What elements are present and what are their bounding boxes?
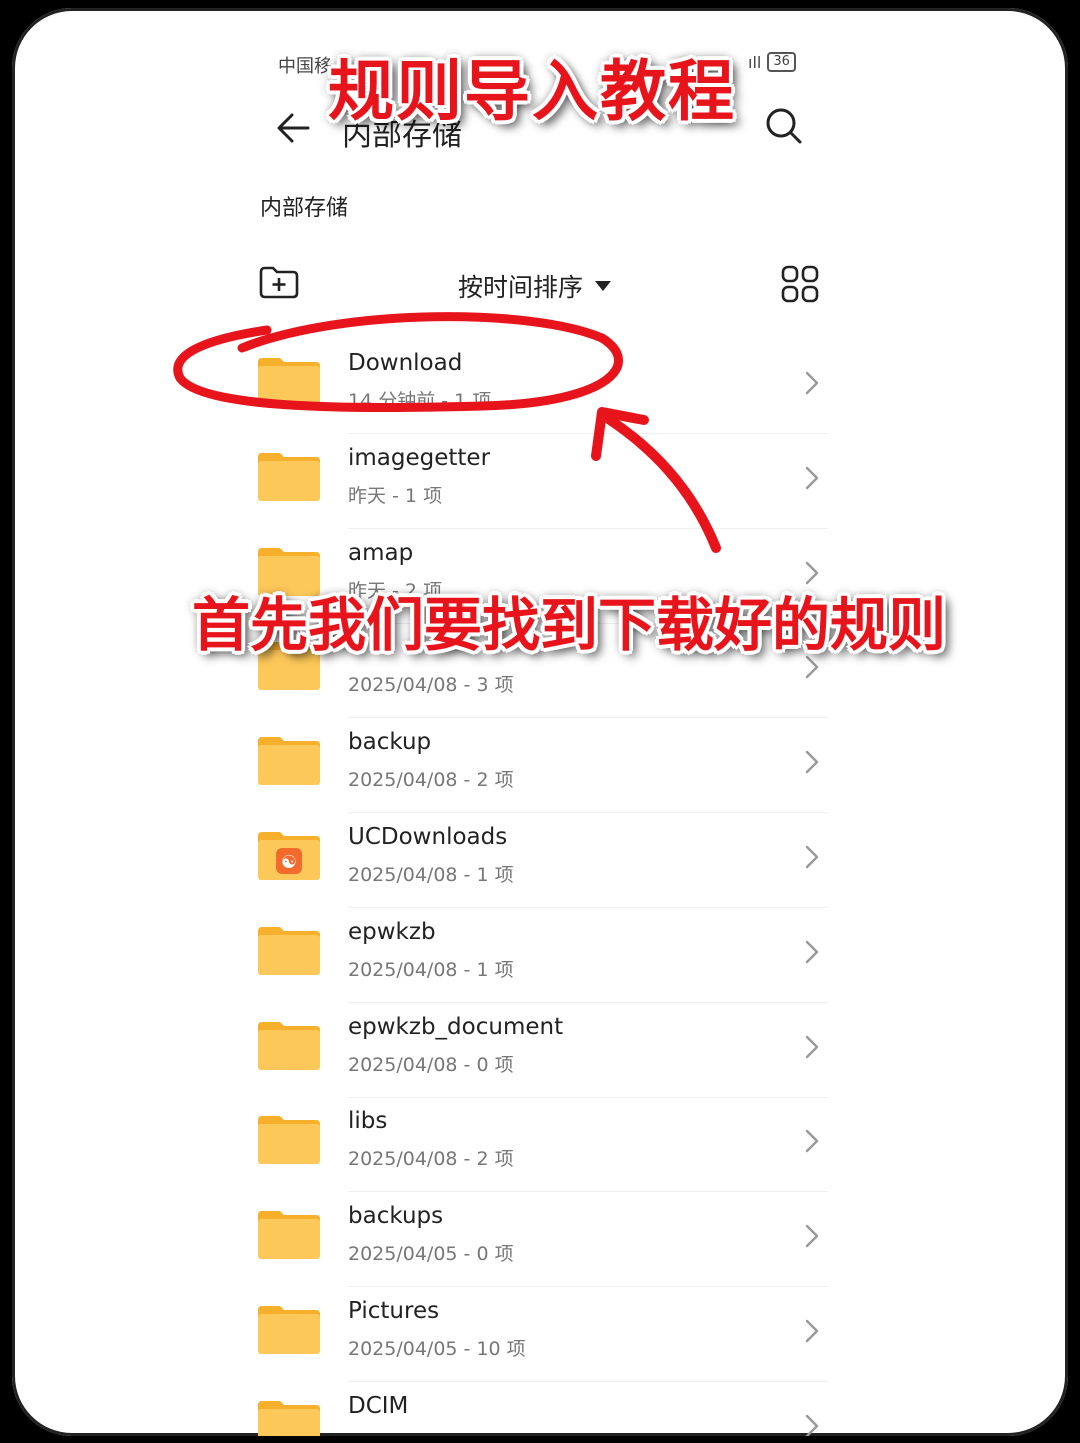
- file-name: DCIM: [348, 1392, 409, 1419]
- signal-icon: ıll: [748, 52, 762, 72]
- folder-icon: [258, 1211, 320, 1260]
- chevron-right-icon: [805, 750, 819, 774]
- breadcrumb[interactable]: 内部存储: [260, 190, 348, 222]
- folder-icon: [258, 926, 320, 975]
- file-row[interactable]: epwkzb_document 2025/04/08 - 0 项: [252, 1004, 828, 1098]
- folder-icon: [258, 452, 320, 501]
- file-meta: 2025/04/08 - 1 项: [348, 864, 514, 886]
- file-name: Pictures: [348, 1298, 440, 1324]
- file-row[interactable]: imagegetter 昨天 - 1 项: [252, 435, 828, 529]
- sort-label: 按时间排序: [458, 273, 584, 302]
- chevron-right-icon: [805, 371, 819, 395]
- file-name: amap: [348, 539, 414, 566]
- file-name: libs: [348, 1108, 388, 1135]
- file-name: backup: [348, 729, 432, 756]
- svg-text:☯: ☯: [281, 852, 297, 873]
- carrier-label: 中国移: [278, 56, 332, 77]
- folder-icon: [258, 358, 320, 406]
- sort-dropdown[interactable]: 按时间排序: [458, 268, 612, 304]
- screenshot-frame: 中国移 ıll 36 内部存储 内部存储 按时间排序 Download 14 分…: [12, 8, 1068, 1436]
- caret-down-icon: [595, 281, 612, 291]
- folder-icon: [258, 1306, 320, 1354]
- file-row[interactable]: backup 2025/04/08 - 2 项: [252, 719, 828, 814]
- folder-icon: [258, 1021, 320, 1070]
- uc-folder-icon: ☯: [258, 832, 320, 880]
- file-row[interactable]: epwkzb 2025/04/08 - 1 项: [252, 909, 828, 1003]
- file-row[interactable]: ☯ UCDownloads 2025/04/08 - 1 项: [252, 814, 828, 908]
- file-row[interactable]: backups 2025/04/05 - 0 项: [252, 1193, 828, 1288]
- file-row[interactable]: DCIM: [252, 1383, 822, 1436]
- file-meta: 2025/04/05 - 10 项: [348, 1338, 526, 1360]
- grid-view-icon[interactable]: [780, 264, 820, 304]
- file-row[interactable]: Pictures 2025/04/05 - 10 项: [252, 1288, 828, 1382]
- file-name: epwkzb_document: [348, 1013, 564, 1040]
- chevron-right-icon: [805, 1130, 819, 1153]
- chevron-right-icon: [805, 1319, 819, 1343]
- file-row[interactable]: Download 14 分钟前 - 1 项: [252, 340, 828, 434]
- back-arrow-icon[interactable]: [274, 108, 314, 148]
- file-name: Download: [348, 350, 463, 376]
- chevron-right-icon: [805, 1035, 819, 1058]
- chevron-right-icon: [805, 466, 819, 489]
- folder-icon: [258, 1400, 320, 1436]
- file-meta: 2025/04/08 - 2 项: [348, 769, 514, 792]
- status-icons: ıll 36: [748, 52, 796, 72]
- file-meta: 2025/04/08 - 3 项: [348, 674, 514, 697]
- file-row[interactable]: libs 2025/04/08 - 2 项: [252, 1098, 828, 1193]
- search-icon[interactable]: [764, 106, 804, 146]
- file-name: backups: [348, 1203, 444, 1230]
- file-meta: 2025/04/05 - 0 项: [348, 1243, 514, 1266]
- file-meta: 2025/04/08 - 0 项: [348, 1053, 514, 1076]
- file-name: epwkzb: [348, 918, 436, 945]
- tutorial-caption: 首先我们要找到下载好的规则: [192, 591, 947, 659]
- file-meta: 14 分钟前 - 1 项: [348, 390, 492, 412]
- folder-icon: [258, 737, 320, 786]
- file-name: imagegetter: [348, 444, 491, 471]
- new-folder-icon[interactable]: [258, 264, 300, 300]
- tutorial-title: 规则导入教程: [328, 53, 736, 130]
- folder-icon: [258, 1116, 320, 1165]
- file-meta: 2025/04/08 - 2 项: [348, 1148, 514, 1171]
- chevron-right-icon: [805, 845, 819, 869]
- chevron-right-icon: [805, 1224, 819, 1248]
- file-meta: 2025/04/08 - 1 项: [348, 958, 514, 981]
- file-meta: 昨天 - 1 项: [348, 484, 443, 507]
- file-name: UCDownloads: [348, 824, 508, 850]
- battery-icon: 36: [767, 52, 796, 72]
- chevron-right-icon: [805, 940, 819, 963]
- chevron-right-icon: [805, 1414, 819, 1436]
